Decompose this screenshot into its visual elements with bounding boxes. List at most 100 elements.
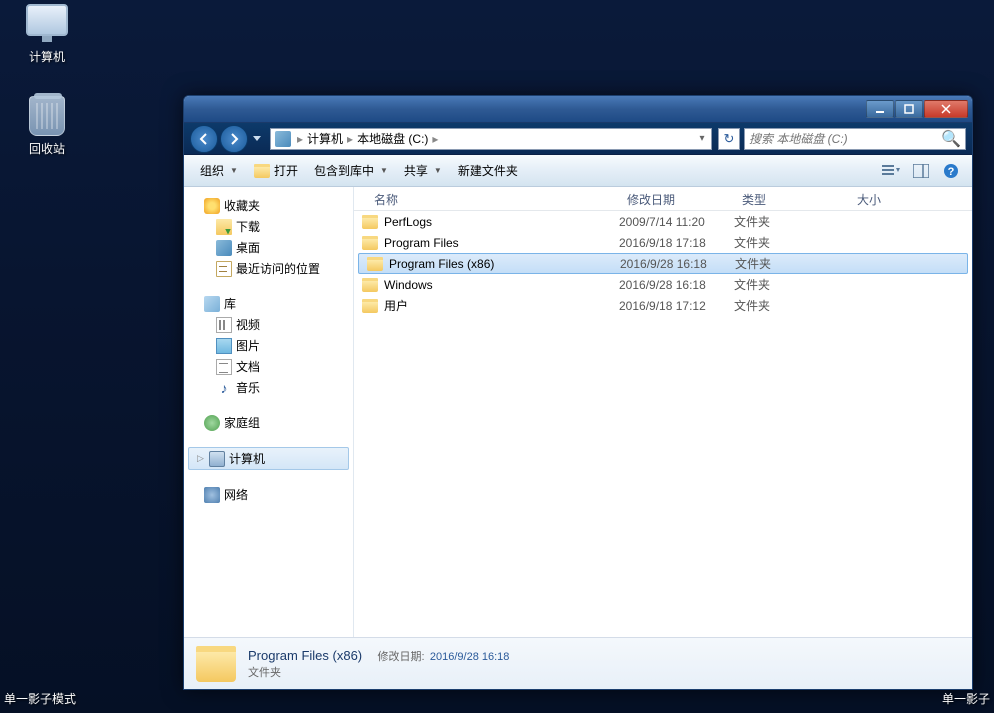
desktop-icon bbox=[216, 240, 232, 256]
sidebar-computer[interactable]: ▷ 计算机 bbox=[188, 447, 349, 470]
cell-name: Program Files bbox=[354, 236, 619, 250]
chevron-down-icon: ▼ bbox=[434, 166, 442, 175]
file-rows: PerfLogs2009/7/14 11:20文件夹Program Files2… bbox=[354, 211, 972, 316]
col-name[interactable]: 名称 bbox=[354, 187, 619, 210]
view-button[interactable] bbox=[878, 160, 904, 182]
file-name: Program Files (x86) bbox=[389, 257, 494, 271]
desktop-recycle-icon[interactable]: 回收站 bbox=[12, 96, 82, 158]
list-row[interactable]: Program Files (x86)2016/9/28 16:18文件夹 bbox=[358, 253, 968, 274]
include-button[interactable]: 包含到库中 ▼ bbox=[306, 158, 396, 183]
col-size[interactable]: 大小 bbox=[849, 187, 929, 210]
minimize-button[interactable] bbox=[866, 100, 894, 118]
titlebar bbox=[184, 96, 972, 123]
newfolder-label: 新建文件夹 bbox=[458, 162, 518, 179]
desktop-recycle-label: 回收站 bbox=[29, 142, 65, 156]
bc-sep-icon: ▸ bbox=[432, 132, 438, 146]
sidebar-favorites[interactable]: 收藏夹 bbox=[184, 195, 353, 216]
sidebar-documents[interactable]: 文档 bbox=[184, 356, 353, 377]
cell-type: 文件夹 bbox=[734, 297, 849, 314]
bc-dropdown[interactable]: ▾ bbox=[693, 133, 711, 144]
search-box[interactable]: 🔍 bbox=[744, 128, 966, 150]
folder-icon bbox=[362, 215, 378, 229]
back-button[interactable] bbox=[190, 125, 218, 153]
list-row[interactable]: Program Files2016/9/18 17:18文件夹 bbox=[354, 232, 972, 253]
list-row[interactable]: Windows2016/9/28 16:18文件夹 bbox=[354, 274, 972, 295]
cell-type: 文件夹 bbox=[734, 276, 849, 293]
close-button[interactable] bbox=[924, 100, 968, 118]
cell-name: PerfLogs bbox=[354, 215, 619, 229]
sidebar-downloads[interactable]: 下载 bbox=[184, 216, 353, 237]
share-button[interactable]: 共享 ▼ bbox=[396, 158, 450, 183]
folder-icon bbox=[196, 646, 236, 682]
share-label: 共享 bbox=[404, 162, 428, 179]
network-label: 网络 bbox=[224, 486, 248, 503]
details-info: Program Files (x86) 修改日期: 2016/9/28 16:1… bbox=[248, 648, 509, 680]
recent-label: 最近访问的位置 bbox=[236, 260, 320, 277]
music-icon: ♪ bbox=[216, 380, 232, 396]
maximize-button[interactable] bbox=[895, 100, 923, 118]
forward-button[interactable] bbox=[220, 125, 248, 153]
drive-icon bbox=[275, 131, 291, 147]
cell-name: Windows bbox=[354, 278, 619, 292]
bc-computer[interactable]: 计算机 bbox=[305, 130, 345, 147]
sidebar-videos[interactable]: 视频 bbox=[184, 314, 353, 335]
desktop-computer-label: 计算机 bbox=[29, 50, 65, 64]
open-label: 打开 bbox=[274, 162, 298, 179]
cell-name: 用户 bbox=[354, 297, 619, 314]
music-label: 音乐 bbox=[236, 379, 260, 396]
pictures-label: 图片 bbox=[236, 337, 260, 354]
sidebar-computer-group: ▷ 计算机 bbox=[184, 447, 353, 470]
sidebar: 收藏夹 下载 桌面 最近访问的位置 bbox=[184, 187, 354, 637]
newfolder-button[interactable]: 新建文件夹 bbox=[450, 158, 526, 183]
sidebar-pictures[interactable]: 图片 bbox=[184, 335, 353, 356]
document-icon bbox=[216, 359, 232, 375]
sidebar-libraries-group: 库 视频 图片 文档 ♪ 音乐 bbox=[184, 293, 353, 398]
col-date[interactable]: 修改日期 bbox=[619, 187, 734, 210]
cell-date: 2016/9/28 16:18 bbox=[619, 278, 734, 292]
desktop-computer-icon[interactable]: 计算机 bbox=[12, 4, 82, 66]
folder-icon bbox=[362, 236, 378, 250]
sidebar-homegroup[interactable]: 家庭组 bbox=[184, 412, 353, 433]
organize-button[interactable]: 组织 ▼ bbox=[192, 158, 246, 183]
file-list: 名称 修改日期 类型 大小 PerfLogs2009/7/14 11:20文件夹… bbox=[354, 187, 972, 637]
list-row[interactable]: PerfLogs2009/7/14 11:20文件夹 bbox=[354, 211, 972, 232]
bc-drive[interactable]: 本地磁盘 (C:) bbox=[355, 130, 430, 147]
list-row[interactable]: 用户2016/9/18 17:12文件夹 bbox=[354, 295, 972, 316]
refresh-button[interactable]: ↻ bbox=[718, 128, 740, 150]
library-icon bbox=[204, 296, 220, 312]
sidebar-network-group: 网络 bbox=[184, 484, 353, 505]
search-input[interactable] bbox=[749, 132, 941, 146]
toolbar-right: ? bbox=[878, 160, 964, 182]
videos-label: 视频 bbox=[236, 316, 260, 333]
open-button[interactable]: 打开 bbox=[246, 158, 306, 183]
toolbar: 组织 ▼ 打开 包含到库中 ▼ 共享 ▼ 新建文件夹 ? bbox=[184, 155, 972, 187]
cell-date: 2009/7/14 11:20 bbox=[619, 215, 734, 229]
download-icon bbox=[216, 219, 232, 235]
folder-icon bbox=[367, 257, 383, 271]
preview-pane-button[interactable] bbox=[908, 160, 934, 182]
explorer-window: ▸ 计算机 ▸ 本地磁盘 (C:) ▸ ▾ ↻ 🔍 组织 ▼ 打开 包含到库中 … bbox=[183, 95, 973, 690]
svg-text:?: ? bbox=[948, 166, 955, 178]
star-icon bbox=[204, 198, 220, 214]
file-name: 用户 bbox=[384, 297, 408, 314]
help-button[interactable]: ? bbox=[938, 160, 964, 182]
breadcrumb[interactable]: ▸ 计算机 ▸ 本地磁盘 (C:) ▸ ▾ bbox=[270, 128, 712, 150]
sidebar-libraries[interactable]: 库 bbox=[184, 293, 353, 314]
include-label: 包含到库中 bbox=[314, 162, 374, 179]
sidebar-network[interactable]: 网络 bbox=[184, 484, 353, 505]
sidebar-recent[interactable]: 最近访问的位置 bbox=[184, 258, 353, 279]
chevron-down-icon: ▼ bbox=[380, 166, 388, 175]
file-name: Program Files bbox=[384, 236, 459, 250]
computer-icon bbox=[209, 451, 225, 467]
recycle-bin-icon bbox=[29, 96, 65, 136]
search-icon[interactable]: 🔍 bbox=[941, 129, 961, 149]
desktop-label: 桌面 bbox=[236, 239, 260, 256]
folder-icon bbox=[254, 164, 270, 178]
sidebar-desktop[interactable]: 桌面 bbox=[184, 237, 353, 258]
details-moddate: 2016/9/28 16:18 bbox=[430, 651, 510, 663]
sidebar-music[interactable]: ♪ 音乐 bbox=[184, 377, 353, 398]
col-type[interactable]: 类型 bbox=[734, 187, 849, 210]
details-type: 文件夹 bbox=[248, 664, 509, 680]
nav-history-dropdown[interactable] bbox=[250, 128, 264, 150]
network-icon bbox=[204, 487, 220, 503]
